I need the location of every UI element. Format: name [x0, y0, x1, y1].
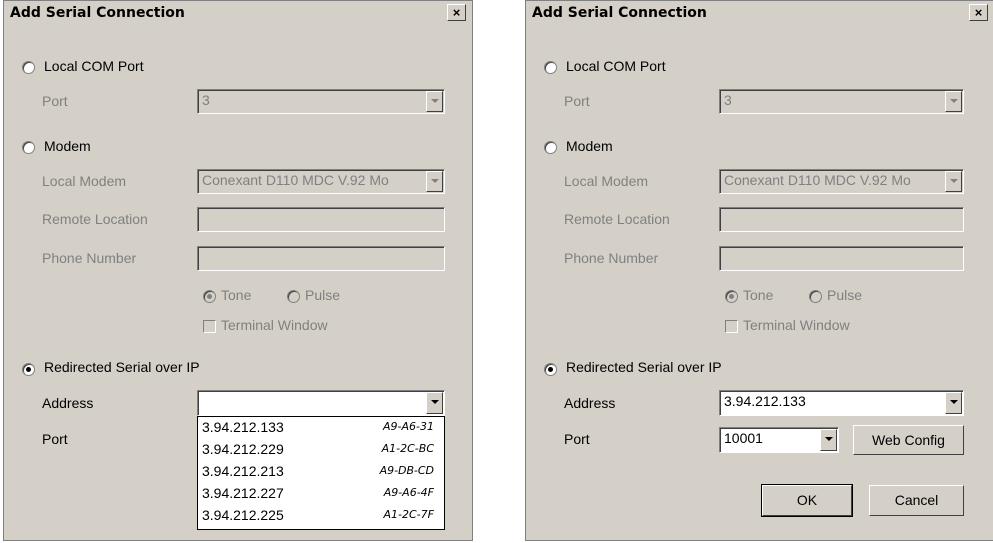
list-item[interactable]: 3.94.212.213 A9-DB-CD [198, 461, 444, 483]
list-item[interactable]: 3.94.212.133 A9-A6-31 [198, 417, 444, 439]
address-option-mac: A1-2C-7F [383, 508, 434, 521]
port-value[interactable]: 10001 [724, 430, 763, 446]
terminal-window-checkbox[interactable] [725, 320, 738, 333]
pulse-radio[interactable] [809, 290, 822, 303]
address-combobox[interactable] [197, 390, 445, 416]
local-com-port-radio[interactable] [22, 61, 35, 74]
phone-number-label: Phone Number [564, 250, 659, 266]
address-option-ip: 3.94.212.227 [202, 485, 284, 501]
dialog-left: Add Serial Connection × Local COM Port P… [3, 0, 473, 541]
local-com-port-label: Local COM Port [566, 58, 666, 74]
address-value[interactable]: 3.94.212.133 [724, 393, 806, 409]
tone-radio[interactable] [725, 290, 738, 303]
chevron-down-icon[interactable] [945, 171, 962, 192]
list-item[interactable]: 3.94.212.225 A1-2C-7F [198, 505, 444, 527]
pulse-label: Pulse [305, 287, 341, 303]
address-option-mac: A1-2C-BC [381, 442, 434, 455]
address-option-mac: A9-DB-CD [379, 464, 434, 477]
tone-label: Tone [743, 287, 774, 303]
address-option-ip: 3.94.212.213 [202, 463, 284, 479]
com-port-select[interactable]: 3 [719, 89, 964, 114]
redirected-serial-radio[interactable] [22, 363, 35, 376]
modem-radio[interactable] [22, 141, 35, 154]
local-modem-select[interactable]: Conexant D110 MDC V.92 Mo [719, 169, 964, 194]
remote-location-field[interactable] [719, 207, 964, 232]
address-option-ip: 3.94.212.133 [202, 419, 284, 435]
address-combobox[interactable]: 3.94.212.133 [719, 390, 964, 416]
address-label: Address [564, 395, 616, 411]
phone-number-field[interactable] [197, 246, 445, 271]
address-option-mac: A9-A6-31 [383, 420, 434, 433]
chevron-down-icon[interactable] [426, 91, 443, 112]
close-button[interactable]: × [969, 4, 988, 21]
chevron-down-icon[interactable] [426, 392, 443, 414]
local-modem-value: Conexant D110 MDC V.92 Mo [202, 172, 389, 188]
tone-radio[interactable] [203, 290, 216, 303]
close-icon: × [452, 5, 461, 20]
redirected-serial-label: Redirected Serial over IP [44, 359, 200, 375]
local-modem-select[interactable]: Conexant D110 MDC V.92 Mo [197, 169, 445, 194]
close-icon: × [974, 5, 983, 20]
remote-location-field[interactable] [197, 207, 445, 232]
tone-label: Tone [221, 287, 252, 303]
redirected-serial-label: Redirected Serial over IP [566, 359, 722, 375]
local-com-port-radio[interactable] [544, 61, 557, 74]
port-label: Port [564, 431, 590, 447]
local-modem-label: Local Modem [564, 173, 649, 189]
address-option-ip: 3.94.212.229 [202, 441, 284, 457]
chevron-down-icon[interactable] [426, 171, 443, 192]
web-config-button[interactable]: Web Config [853, 425, 964, 455]
local-modem-label: Local Modem [42, 173, 127, 189]
terminal-window-label: Terminal Window [743, 317, 850, 333]
local-com-port-label: Local COM Port [44, 58, 144, 74]
list-item[interactable]: 3.94.212.229 A1-2C-BC [198, 439, 444, 461]
com-port-select[interactable]: 3 [197, 89, 445, 114]
close-button[interactable]: × [447, 4, 466, 21]
port-combobox[interactable]: 10001 [719, 427, 839, 453]
title-bar: Add Serial Connection × [4, 1, 472, 25]
port-label: Port [42, 431, 68, 447]
com-port-value: 3 [724, 92, 732, 108]
address-option-mac: A9-A6-4F [383, 486, 434, 499]
chevron-down-icon[interactable] [820, 429, 837, 451]
com-port-value: 3 [202, 92, 210, 108]
terminal-window-label: Terminal Window [221, 317, 328, 333]
dialog-title: Add Serial Connection [532, 5, 707, 21]
terminal-window-checkbox[interactable] [203, 320, 216, 333]
modem-label: Modem [44, 138, 91, 154]
port-label: Port [42, 93, 68, 109]
phone-number-field[interactable] [719, 246, 964, 271]
modem-radio[interactable] [544, 141, 557, 154]
remote-location-label: Remote Location [564, 211, 670, 227]
address-dropdown-list: 3.94.212.133 A9-A6-31 3.94.212.229 A1-2C… [197, 416, 445, 530]
remote-location-label: Remote Location [42, 211, 148, 227]
modem-label: Modem [566, 138, 613, 154]
ok-button[interactable]: OK [761, 484, 853, 517]
port-label: Port [564, 93, 590, 109]
chevron-down-icon[interactable] [945, 91, 962, 112]
redirected-serial-radio[interactable] [544, 363, 557, 376]
address-option-ip: 3.94.212.225 [202, 507, 284, 523]
dialog-right: Add Serial Connection × Local COM Port P… [525, 0, 993, 541]
dialog-title: Add Serial Connection [10, 5, 185, 21]
address-label: Address [42, 395, 94, 411]
phone-number-label: Phone Number [42, 250, 137, 266]
pulse-label: Pulse [827, 287, 863, 303]
cancel-button[interactable]: Cancel [869, 485, 964, 516]
list-item[interactable]: 3.94.212.227 A9-A6-4F [198, 483, 444, 505]
pulse-radio[interactable] [287, 290, 300, 303]
chevron-down-icon[interactable] [945, 392, 962, 414]
title-bar: Add Serial Connection × [526, 1, 993, 25]
local-modem-value: Conexant D110 MDC V.92 Mo [724, 172, 911, 188]
